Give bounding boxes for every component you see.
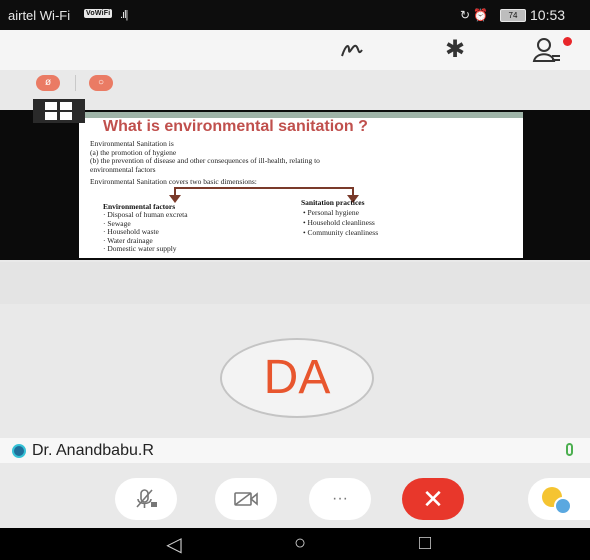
list-item: • Household cleanliness: [303, 218, 375, 227]
signal-icon: .ıl|: [120, 9, 128, 21]
video-toggle-button[interactable]: [215, 478, 277, 520]
bluetooth-icon[interactable]: ✱: [440, 36, 470, 64]
camera-pill[interactable]: ○: [89, 75, 113, 91]
mute-button[interactable]: [115, 478, 177, 520]
presentation-slide: What is environmental sanitation ? Envir…: [79, 112, 523, 258]
pill-divider: [75, 75, 76, 91]
active-speaker-bar: Dr. Anandbabu.R: [0, 438, 590, 463]
mic-level-icon: [566, 443, 573, 456]
back-button[interactable]: ◁: [159, 532, 189, 557]
participants-icon[interactable]: [532, 36, 562, 64]
speaker-status-icon: [12, 444, 26, 458]
grid-cell: [45, 112, 57, 120]
recents-button[interactable]: □: [410, 532, 440, 555]
slide-intro: Environmental Sanitation is (a) the prom…: [90, 139, 320, 174]
status-bar: airtel Wi-Fi VoWiFi .ıl| ↻ ⏰ 74 10:53: [0, 0, 590, 30]
slide-intro-line: environmental factors: [90, 164, 156, 174]
list-item: • Community cleanliness: [303, 228, 379, 237]
list-item: • Personal hygiene: [303, 208, 359, 217]
mic-off-icon: [136, 488, 157, 508]
alarm-icon: ↻ ⏰: [460, 8, 489, 22]
divider-band: [0, 262, 590, 304]
more-options-button[interactable]: ···: [309, 478, 371, 520]
diagram-connector: [174, 187, 354, 189]
emoji-secondary-icon: [554, 497, 572, 515]
slide-covers-text: Environmental Sanitation covers two basi…: [90, 177, 257, 186]
grid-cell: [60, 102, 72, 110]
status-time: 10:53: [530, 7, 566, 23]
system-nav-bar: ◁ ○ □: [0, 528, 590, 560]
muted-mic-pill[interactable]: ø: [36, 75, 60, 91]
reactions-button[interactable]: [528, 478, 590, 520]
end-call-button[interactable]: ✕: [402, 478, 464, 520]
slide-title: What is environmental sanitation ?: [103, 118, 368, 135]
grid-view-button[interactable]: [33, 99, 85, 123]
left-column-list: · Disposal of human excreta · Sewage · H…: [103, 210, 188, 254]
grid-cell: [45, 102, 57, 110]
home-button[interactable]: ○: [285, 532, 315, 555]
participant-name: Dr. Anandbabu.R: [32, 442, 154, 459]
battery-icon: 74: [500, 9, 526, 22]
carrier-label: airtel Wi-Fi: [8, 8, 71, 23]
meeting-toolbar: ✱: [0, 30, 590, 70]
annotate-pen-icon[interactable]: [338, 36, 368, 64]
participant-avatar: DA: [220, 338, 374, 418]
vowifi-badge: VoWiFi: [84, 9, 113, 18]
list-item: · Domestic water supply: [103, 244, 177, 253]
video-off-icon: [234, 491, 258, 506]
right-column-heading: Sanitation practices: [301, 198, 365, 207]
recording-indicator: [563, 37, 572, 46]
grid-cell: [60, 112, 72, 120]
right-column-list: • Personal hygiene • Household cleanline…: [303, 208, 378, 238]
